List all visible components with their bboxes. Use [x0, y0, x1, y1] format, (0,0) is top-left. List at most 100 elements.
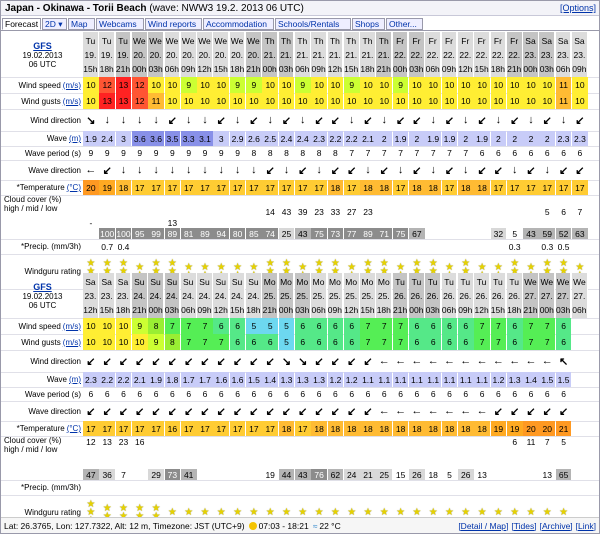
footer-link-tides[interactable]: [Tides] [511, 521, 536, 531]
temperature-cell: 18 [457, 180, 474, 195]
day-name: Tu [493, 276, 503, 287]
forecast-column-header: Fr 22. 03h [409, 32, 425, 77]
cloud-cover-cell: 7 [121, 469, 126, 480]
day-date: 20. [133, 49, 146, 60]
footer-link-link[interactable]: [Link] [576, 521, 596, 531]
wind-direction-arrow-icon: ↓ [202, 114, 208, 126]
wave-period-cell: 6 [267, 389, 273, 399]
hour: 00h [262, 63, 277, 74]
cells-precip [83, 480, 588, 495]
forecast-column-header: Th 21. 21h [376, 32, 393, 77]
wave-period-cell: 6 [561, 389, 566, 399]
day-name: We [198, 35, 211, 46]
unit-link[interactable]: (m/s) [63, 97, 81, 106]
forecast-column-header: Th 21. 12h [327, 32, 344, 77]
wind-direction-arrow-icon: ↙ [151, 355, 161, 368]
temperature-cell: 17 [278, 180, 295, 195]
wind-direction-arrow-icon: ↙ [184, 355, 194, 368]
temperature-cell: 17 [83, 421, 99, 436]
tab-shops[interactable]: Shops [352, 18, 385, 30]
unit-link[interactable]: (m) [69, 375, 81, 384]
wave-period-cell: 9 [137, 148, 143, 158]
wave-height-cell: 1.2 [343, 372, 360, 387]
precipitation-cell [376, 480, 392, 495]
temperature-cell: 19 [99, 180, 116, 195]
forecast-column-header: We 20. 18h [229, 32, 246, 77]
forecast-column-header: We 27. 06h [572, 273, 588, 318]
wave-height-cell: 1.4 [523, 372, 539, 387]
forecast-column-header: Tu 26. 12h [474, 273, 490, 318]
unit-link[interactable]: (°C) [67, 183, 81, 192]
footer-link-detail-map[interactable]: [Detail / Map] [458, 521, 508, 531]
precipitation-cell [132, 239, 148, 254]
cells-wave-dir: ← ↙ ↓ ↓ ↓ ↓ ↓ ↓ ↓ ↓ ↓ ↙ ↓ ↙ ↓ ↙ ↙ ↓ ↙ ↓ ↙ ↓ ↙ ↓ ↙ ↙ ↓ ↙ ↓ ↙ ↙ [83, 160, 588, 180]
temperature-cell: 17 [213, 180, 230, 195]
star-icon: ★ [412, 506, 422, 518]
forecast-column-header: Tu 26. 06h [441, 273, 458, 318]
temperature-cell: 18 [311, 421, 327, 436]
temperature-cell: 20 [523, 421, 539, 436]
forecast-column-header: Su 24. 12h [213, 273, 230, 318]
wind-direction-arrow-icon: ← [443, 355, 455, 367]
hour: 06h [311, 304, 326, 315]
wind-speed-cell: 6 [294, 318, 311, 334]
unit-link[interactable]: (°C) [67, 424, 81, 433]
tab-wind-reports[interactable]: Wind reports [145, 18, 202, 30]
unit-link[interactable]: (m/s) [63, 81, 81, 90]
model-link[interactable]: GFS [33, 41, 52, 51]
star-icon: ★ [461, 506, 471, 518]
tab-other[interactable]: Other... [386, 18, 423, 30]
options-link[interactable]: [Options] [560, 3, 596, 13]
tab-map[interactable]: Map [68, 18, 95, 30]
unit-link[interactable]: (m/s) [63, 322, 81, 331]
wind-speed-cell: 10 [474, 77, 490, 93]
wave-period-cell: 9 [186, 148, 192, 158]
wind-gusts-cell: 13 [99, 93, 116, 109]
footer-link-archive[interactable]: [Archive] [540, 521, 573, 531]
day-name: Fr [428, 35, 437, 46]
tab-accommodation[interactable]: Accommodation [203, 18, 274, 30]
wave-period-cell: 6 [202, 389, 208, 399]
wave-period-cell: 6 [349, 389, 355, 399]
wind-direction-arrow-icon: ↓ [120, 114, 127, 126]
wave-period-cell: 6 [365, 389, 371, 399]
tab-schools-rentals[interactable]: Schools/Rentals [275, 18, 351, 30]
day-date: 26. [508, 290, 521, 301]
row-label-temp: *Temperature (°C) [16, 183, 81, 192]
day-date: 27. [573, 290, 586, 301]
day-date: 22. [459, 49, 472, 60]
cloud-cover-cell: 44 [278, 469, 295, 480]
cells-temp: 17 17 17 17 17 16 17 17 17 17 17 17 18 17 18 18 18 18 18 18… [83, 421, 588, 436]
precipitation-cell [393, 480, 409, 495]
tab-webcams[interactable]: Webcams [96, 18, 144, 30]
precipitation-cell [99, 480, 115, 495]
wave-period-cell: 6 [300, 389, 306, 399]
tab-2d[interactable]: 2D ▾ [42, 18, 67, 30]
row-label-wind-speed: Wind speed (m/s) [18, 80, 81, 90]
wind-direction-arrow-icon: ↙ [542, 114, 552, 127]
cells-wind-speed: 10 10 10 9 8 7 7 7 6 6 5 5 5 6 6 6 6 7 7 7 6 6 6 6 7 7 6 7 7 6 [83, 318, 588, 334]
unit-link[interactable]: (m/s) [63, 338, 81, 347]
wind-direction-arrow-icon: ↓ [495, 114, 502, 126]
wave-height-cell: 1.9 [425, 131, 442, 146]
cells-wave: 2.3 2.2 2.2 2.1 1.9 1.8 1.7 1.7 1.6 1.6 1.5 1.4 1.3 1… [83, 372, 588, 387]
temperature-cell: 18 [115, 180, 132, 195]
temperature-cell: 17 [131, 421, 148, 436]
temperature-cell: 17 [572, 180, 588, 195]
wave-height-cell: 2 [457, 131, 474, 146]
model-link[interactable]: GFS [33, 282, 52, 292]
day-date: 27. [557, 290, 569, 301]
day-date: 26. [426, 290, 439, 301]
precipitation-cell [556, 480, 572, 495]
forecast-column-header: Sa 23. 00h [523, 32, 539, 77]
wind-speed-cell: 10 [115, 318, 132, 334]
day-name: Tu [395, 276, 405, 287]
hour: 03h [425, 304, 440, 315]
unit-link[interactable]: (m) [69, 134, 81, 143]
tab-forecast[interactable]: Forecast [2, 18, 41, 30]
wave-period-cell: 7 [430, 148, 436, 158]
wave-height-cell: 1.1 [441, 372, 458, 387]
temperature-cell: 17 [180, 180, 197, 195]
cloud-cover-cell: 13 [102, 436, 112, 447]
precipitation-cell [83, 480, 99, 495]
